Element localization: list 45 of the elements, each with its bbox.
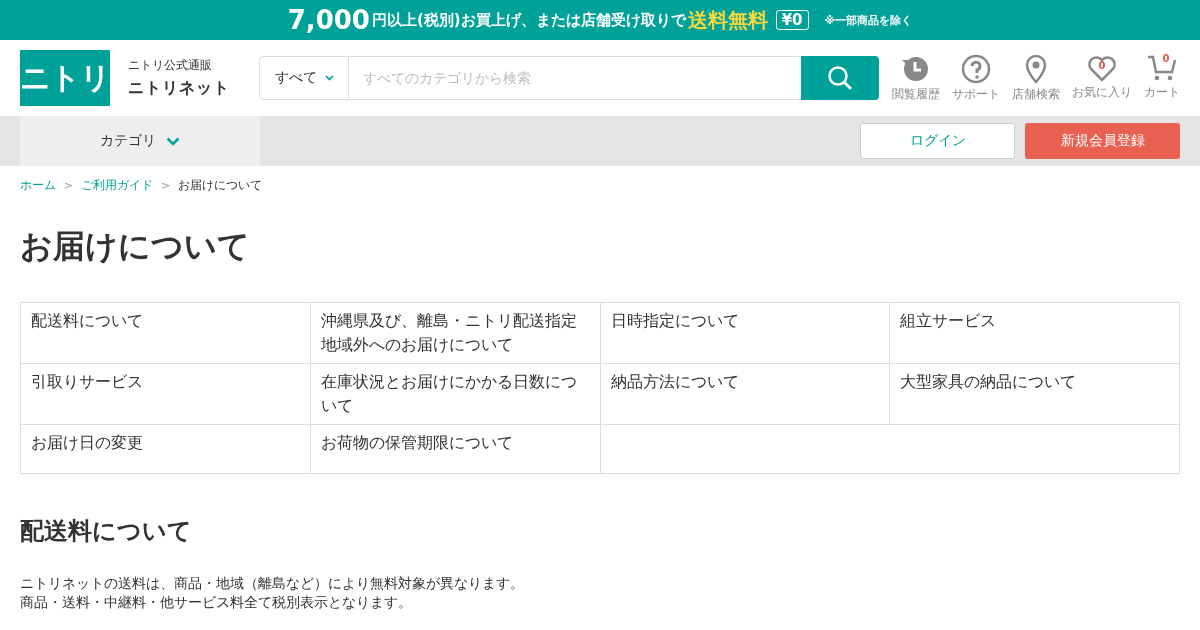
guide-link[interactable]: 引取りサービス <box>31 370 143 394</box>
header-icon-link[interactable]: 店舗検索 <box>1012 53 1060 103</box>
free-shipping-text: 送料無料 <box>687 6 768 34</box>
breadcrumb-separator: > <box>161 179 171 192</box>
site-name: ニトリネット <box>128 78 231 99</box>
count-text: 0 <box>1161 52 1171 65</box>
icon-label: サポート <box>952 85 1000 103</box>
header-icon-link[interactable]: 0 カート <box>1144 53 1180 103</box>
guide-link[interactable]: お届け日の変更 <box>31 431 143 455</box>
guide-link[interactable]: 納品方法について <box>610 370 739 394</box>
banner-amount: 7,000 <box>287 5 370 35</box>
breadcrumb-separator: > <box>64 179 74 192</box>
search-button[interactable] <box>801 56 879 100</box>
body-text: 商品・送料・中継料・他サービス料全て税別表示となります。 <box>20 593 413 612</box>
guide-link[interactable]: お荷物の保管期限について <box>320 431 513 455</box>
price-tag: ¥0 <box>775 10 809 30</box>
category-dropdown[interactable]: すべて <box>259 56 349 100</box>
guide-link[interactable]: 組立サービス <box>900 309 997 333</box>
header-icon-link[interactable]: 閲覧履歴 <box>892 53 940 103</box>
count-text: 0 <box>1097 59 1107 72</box>
page-title: お届けについて <box>20 226 251 266</box>
map-pin-icon <box>1024 53 1048 84</box>
header-icon-link[interactable]: サポート <box>952 53 1000 103</box>
section-heading: 配送料について <box>20 516 193 547</box>
guide-link[interactable]: 配送料について <box>31 309 143 333</box>
icon-label: カート <box>1144 83 1180 101</box>
site-subtitle: ニトリ公式通販 <box>128 57 213 74</box>
breadcrumb-current: お届けについて <box>178 177 263 194</box>
chevron-down-icon <box>166 136 180 146</box>
search-field[interactable]: すべてのカテゴリから検索 <box>349 56 801 100</box>
icon-label: 店舗検索 <box>1012 85 1060 103</box>
guide-link[interactable]: 大型家具の納品について <box>900 370 1077 394</box>
category-menu[interactable]: カテゴリ <box>20 116 260 166</box>
guide-link[interactable]: 日時指定について <box>610 309 739 333</box>
guide-link[interactable]: 在庫状況とお届けにかかる日数について <box>320 370 590 418</box>
icon-label: 閲覧履歴 <box>892 85 940 103</box>
chevron-down-icon <box>324 75 334 81</box>
banner-note: ※一部商品を除く <box>824 12 913 28</box>
header-icon-link[interactable]: 0 お気に入り <box>1072 53 1132 103</box>
body-text: ニトリネットの送料は、商品・地域（離島など）により無料対象が異なります。 <box>20 574 525 593</box>
guide-link[interactable]: 沖縄県及び、離島・ニトリ配送指定地域外へのお届けについて <box>320 309 590 357</box>
icon-label: お気に入り <box>1072 83 1132 101</box>
banner-text: 円以上(税別)お買上げ、または店舗受け取りで <box>371 10 686 30</box>
search-icon <box>827 65 853 91</box>
help-icon <box>961 53 991 84</box>
